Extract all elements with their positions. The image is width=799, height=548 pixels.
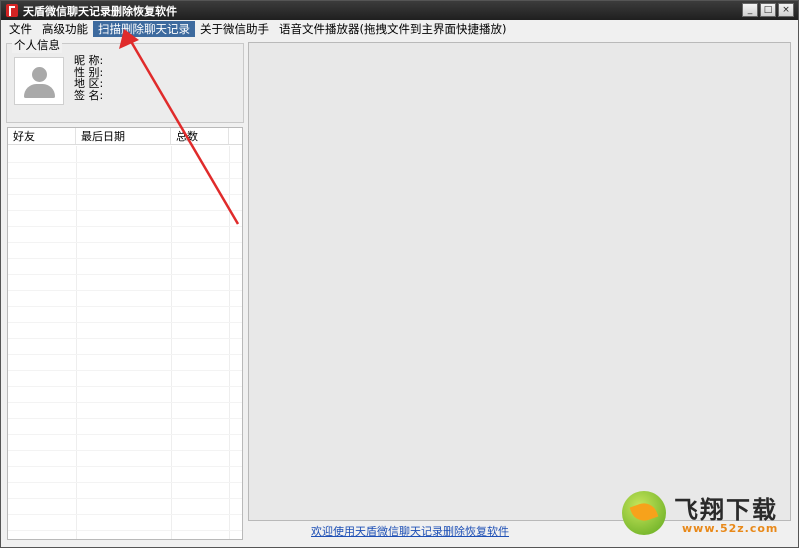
- menu-about[interactable]: 关于微信助手: [195, 21, 274, 37]
- grid-row-line: [8, 498, 242, 499]
- region-label: 地 区:: [74, 77, 104, 90]
- grid-row-line: [8, 530, 242, 531]
- watermark-url: www.52z.com: [682, 522, 779, 535]
- grid-row-line: [8, 178, 242, 179]
- grid-row-line: [8, 434, 242, 435]
- close-button[interactable]: ×: [778, 3, 794, 17]
- minimize-button[interactable]: _: [742, 3, 758, 17]
- grid-row-line: [8, 514, 242, 515]
- grid-row-line: [8, 258, 242, 259]
- grid-row-line: [8, 242, 242, 243]
- avatar: [14, 57, 64, 105]
- grid-row-line: [8, 466, 242, 467]
- grid-column-line: [171, 146, 172, 539]
- menu-file[interactable]: 文件: [4, 21, 37, 37]
- avatar-head-icon: [32, 67, 47, 82]
- avatar-body-icon: [24, 84, 55, 98]
- column-last-date[interactable]: 最后日期: [76, 128, 171, 144]
- friends-list-header: 好友 最后日期 总数: [8, 128, 242, 145]
- maximize-button[interactable]: □: [760, 3, 776, 17]
- profile-legend: 个人信息: [12, 37, 62, 53]
- grid-row-line: [8, 354, 242, 355]
- watermark-logo-icon: [622, 491, 666, 535]
- watermark-title: 飞翔下载: [674, 496, 778, 524]
- grid-row-line: [8, 210, 242, 211]
- column-friend[interactable]: 好友: [8, 128, 76, 144]
- grid-row-line: [8, 274, 242, 275]
- column-total[interactable]: 总数: [171, 128, 229, 144]
- grid-row-line: [8, 194, 242, 195]
- menu-bar: 文件 高级功能 扫描删除聊天记录 关于微信助手 语音文件播放器(拖拽文件到主界面…: [1, 20, 798, 38]
- nickname-label: 昵 称:: [74, 54, 104, 67]
- menu-scan-deleted[interactable]: 扫描删除聊天记录: [93, 21, 195, 37]
- grid-row-line: [8, 162, 242, 163]
- chat-content-panel[interactable]: [248, 42, 791, 521]
- grid-row-line: [8, 386, 242, 387]
- app-logo-icon: [6, 4, 18, 17]
- menu-voice-player[interactable]: 语音文件播放器(拖拽文件到主界面快捷播放): [274, 21, 511, 37]
- grid-row-line: [8, 290, 242, 291]
- grid-row-line: [8, 370, 242, 371]
- grid-row-line: [8, 402, 242, 403]
- list-grid: [8, 146, 242, 539]
- grid-row-line: [8, 338, 242, 339]
- grid-row-line: [8, 482, 242, 483]
- friends-list[interactable]: 好友 最后日期 总数: [7, 127, 243, 540]
- grid-row-line: [8, 418, 242, 419]
- grid-row-line: [8, 450, 242, 451]
- watermark-leaf-icon: [629, 499, 659, 525]
- signature-label: 签 名:: [74, 88, 104, 102]
- column-extra: [229, 128, 242, 144]
- window-title: 天盾微信聊天记录删除恢复软件: [23, 4, 177, 18]
- grid-column-line: [76, 146, 77, 539]
- welcome-link[interactable]: 欢迎使用天盾微信聊天记录删除恢复软件: [311, 523, 509, 539]
- grid-column-line: [229, 146, 230, 539]
- menu-advanced[interactable]: 高级功能: [37, 21, 93, 37]
- title-bar[interactable]: 天盾微信聊天记录删除恢复软件 _ □ ×: [1, 1, 798, 20]
- grid-row-line: [8, 226, 242, 227]
- grid-row-line: [8, 306, 242, 307]
- profile-fields: 昵 称: 性 别: 地 区: 签 名:: [74, 55, 103, 101]
- watermark: 飞翔下载 www.52z.com: [622, 490, 792, 542]
- grid-row-line: [8, 322, 242, 323]
- window-controls: _ □ ×: [742, 3, 794, 17]
